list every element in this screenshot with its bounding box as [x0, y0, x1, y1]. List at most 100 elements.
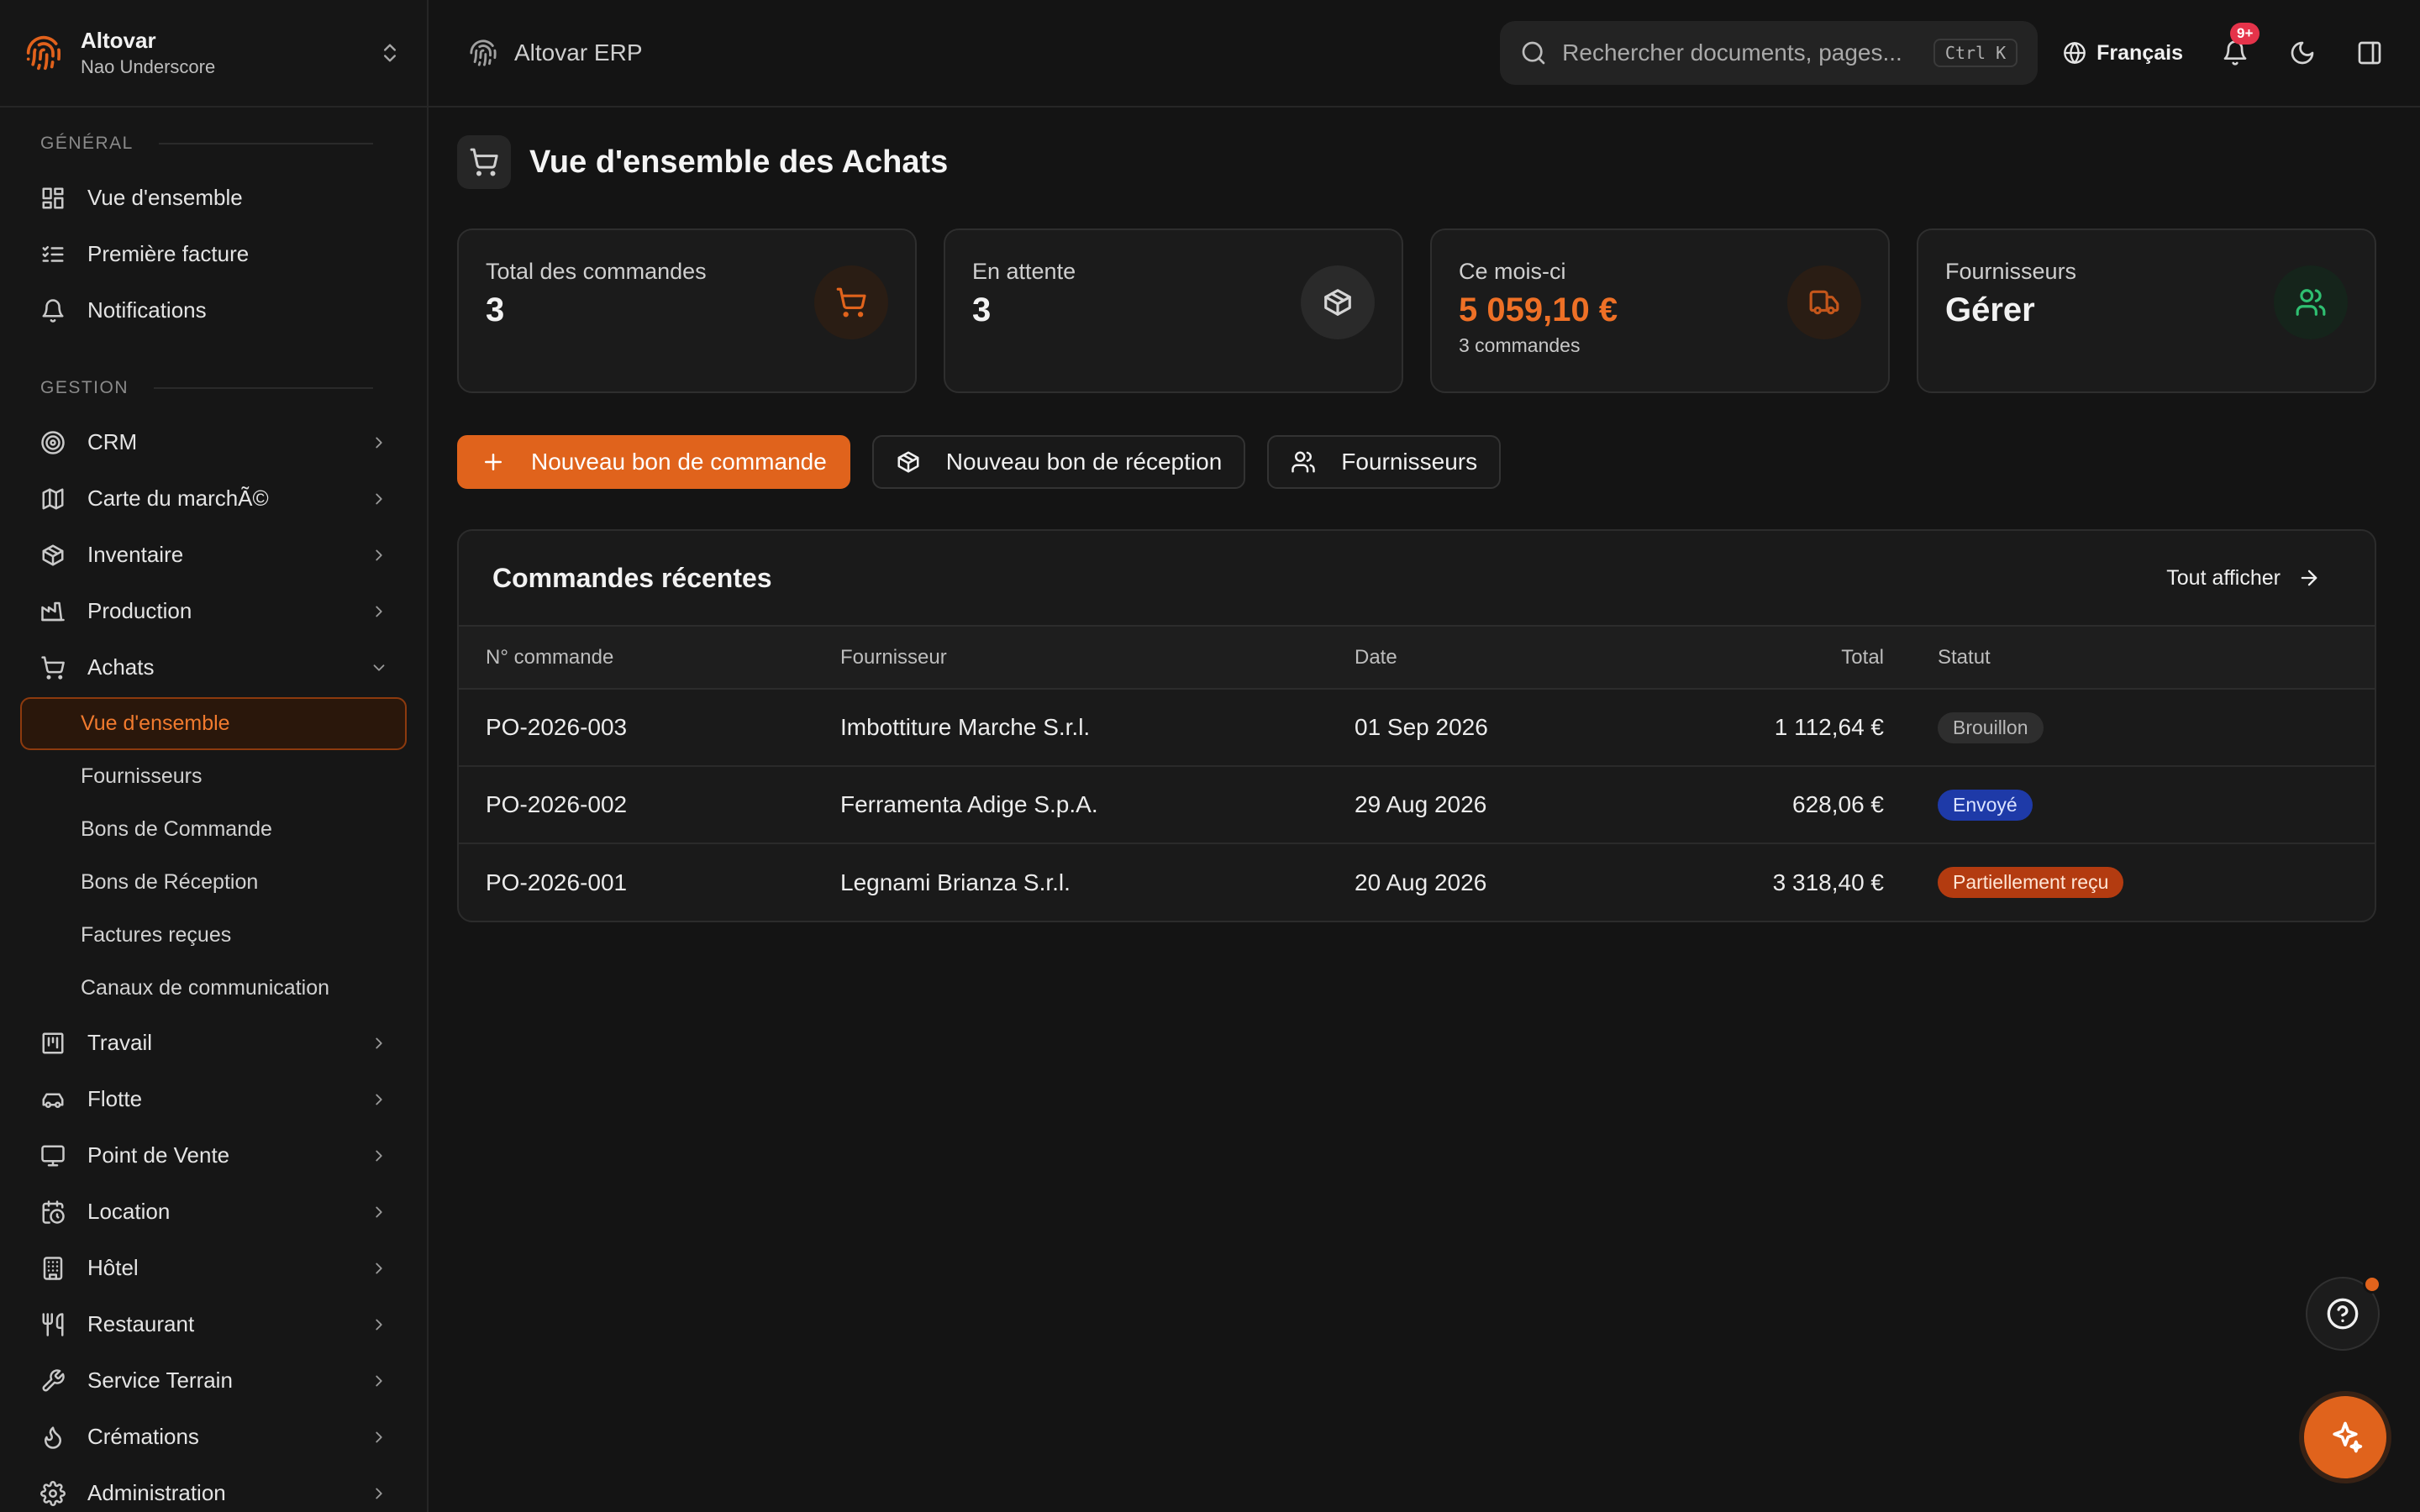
stat-sub: 3 commandes — [1459, 334, 1581, 356]
plus-icon — [481, 449, 531, 475]
sidebar-item-work[interactable]: Travail — [20, 1015, 407, 1071]
sidebar-item-hotel[interactable]: Hôtel — [20, 1240, 407, 1296]
sidebar-item-inventory[interactable]: Inventaire — [20, 527, 407, 583]
package-icon — [40, 543, 66, 568]
arrow-right-icon — [2281, 566, 2321, 590]
sidebar-item-label: CRM — [87, 429, 138, 454]
language-selector[interactable]: Français — [2063, 41, 2183, 66]
chevron-right-icon — [370, 1315, 388, 1334]
sidebar-item-label: Production — [87, 598, 192, 623]
chevron-right-icon — [370, 1090, 388, 1109]
sidebar-item-fleet[interactable]: Flotte — [20, 1071, 407, 1127]
new-purchase-order-button[interactable]: Nouveau bon de commande — [457, 435, 850, 489]
building-icon — [40, 1256, 66, 1281]
sidebar: Altovar Nao Underscore GÉNÉRAL Vue d'ens… — [0, 0, 429, 1512]
sidebar-item-crm[interactable]: CRM — [20, 414, 407, 470]
column-header-date[interactable]: Date — [1355, 627, 1649, 690]
package-icon — [896, 449, 946, 475]
globe-icon — [2063, 41, 2086, 65]
sub-item-received-invoices[interactable]: Factures reçues — [20, 909, 407, 962]
main-content: Vue d'ensemble des Achats Total des comm… — [457, 134, 2376, 922]
sidebar-item-notifications[interactable]: Notifications — [20, 282, 407, 339]
sidebar-item-label: Carte du marchÃ© — [87, 486, 269, 511]
top-bar: Altovar ERP Rechercher documents, pages.… — [429, 0, 2420, 108]
sub-item-suppliers[interactable]: Fournisseurs — [20, 750, 407, 803]
order-number[interactable]: PO-2026-002 — [459, 766, 840, 844]
org-user: Nao Underscore — [81, 56, 216, 77]
help-circle-icon — [2326, 1297, 2360, 1331]
sidebar-item-point-of-sale[interactable]: Point de Vente — [20, 1127, 407, 1184]
sub-item-overview[interactable]: Vue d'ensemble — [20, 697, 407, 750]
help-button[interactable] — [2306, 1275, 2381, 1351]
org-switcher[interactable]: Altovar Nao Underscore — [0, 0, 427, 108]
chevron-right-icon — [370, 1203, 388, 1221]
quick-actions: Nouveau bon de commande Nouveau bon de r… — [457, 435, 2376, 489]
gear-icon — [40, 1480, 66, 1506]
sidebar-item-label: Flotte — [87, 1086, 143, 1111]
suppliers-button[interactable]: Fournisseurs — [1267, 435, 1502, 489]
sidebar-item-restaurant[interactable]: Restaurant — [20, 1296, 407, 1352]
users-icon — [2274, 265, 2348, 339]
order-total: 1 112,64 € — [1649, 689, 1884, 767]
status-badge: Brouillon — [1938, 711, 2044, 743]
recent-orders-title: Commandes récentes — [492, 562, 772, 593]
sub-item-purchase-orders[interactable]: Bons de Commande — [20, 803, 407, 856]
sidebar-panel-icon — [2353, 39, 2386, 66]
status-badge: Partiellement reçu — [1938, 867, 2124, 898]
section-label-gestion: GESTION — [40, 375, 407, 401]
view-all-link[interactable]: Tout afficher — [2166, 566, 2321, 591]
sidebar-item-label: Travail — [87, 1030, 153, 1055]
ai-assistant-button[interactable] — [2304, 1396, 2386, 1478]
sidebar-item-cremations[interactable]: Crémations — [20, 1409, 407, 1465]
column-header-total[interactable]: Total — [1649, 627, 1884, 690]
sidebar-item-purchases[interactable]: Achats — [20, 639, 407, 696]
column-header-status[interactable]: Statut — [1884, 627, 2375, 690]
bell-icon — [40, 298, 66, 323]
sidebar-item-overview[interactable]: Vue d'ensemble — [20, 170, 407, 226]
search-icon — [1520, 39, 1547, 66]
order-date: 29 Aug 2026 — [1355, 766, 1649, 844]
order-supplier: Ferramenta Adige S.p.A. — [840, 766, 1355, 844]
sidebar-item-label: Inventaire — [87, 542, 184, 567]
language-label: Français — [2096, 40, 2183, 65]
order-number[interactable]: PO-2026-001 — [459, 843, 840, 921]
search-shortcut: Ctrl K — [1933, 39, 2018, 67]
new-receipt-button[interactable]: Nouveau bon de réception — [871, 435, 1246, 489]
stat-card-suppliers[interactable]: Fournisseurs Gérer — [1917, 228, 2376, 393]
help-notification-dot — [2363, 1275, 2381, 1294]
app-name: Altovar ERP — [514, 39, 643, 66]
column-header-supplier[interactable]: Fournisseur — [840, 627, 1355, 690]
users-icon — [1291, 449, 1341, 475]
sidebar-item-production[interactable]: Production — [20, 583, 407, 639]
table-row[interactable]: PO-2026-003 Imbottiture Marche S.r.l. 01… — [459, 689, 2375, 767]
column-header-number[interactable]: N° commande — [459, 627, 840, 690]
chevrons-up-down-icon — [378, 41, 402, 65]
utensils-icon — [40, 1312, 66, 1337]
monitor-icon — [40, 1143, 66, 1168]
sidebar-item-label: Restaurant — [87, 1311, 195, 1336]
order-number[interactable]: PO-2026-003 — [459, 689, 840, 767]
table-row[interactable]: PO-2026-002 Ferramenta Adige S.p.A. 29 A… — [459, 766, 2375, 844]
flame-icon — [40, 1425, 66, 1450]
sidebar-item-rental[interactable]: Location — [20, 1184, 407, 1240]
theme-toggle-button[interactable] — [2286, 36, 2319, 70]
kanban-icon — [40, 1031, 66, 1056]
button-label: Nouveau bon de commande — [531, 449, 827, 475]
sidebar-item-market-map[interactable]: Carte du marchÃ© — [20, 470, 407, 527]
sidebar-item-field-service[interactable]: Service Terrain — [20, 1352, 407, 1409]
notifications-button[interactable]: 9+ — [2218, 23, 2260, 70]
moon-icon — [2286, 39, 2319, 66]
sidebar-item-first-invoice[interactable]: Première facture — [20, 226, 407, 282]
page-header: Vue d'ensemble des Achats — [457, 134, 2376, 190]
panel-toggle-button[interactable] — [2353, 36, 2386, 70]
sub-item-receipts[interactable]: Bons de Réception — [20, 856, 407, 909]
search-input[interactable]: Rechercher documents, pages... Ctrl K — [1500, 21, 2039, 85]
notifications-badge: 9+ — [2230, 23, 2260, 45]
order-date: 20 Aug 2026 — [1355, 869, 1487, 895]
view-all-label: Tout afficher — [2166, 565, 2281, 590]
order-supplier: Imbottiture Marche S.r.l. — [840, 689, 1355, 767]
table-row[interactable]: PO-2026-001 Legnami Brianza S.r.l. 20 Au… — [459, 843, 2375, 921]
sub-item-communication-channels[interactable]: Canaux de communication — [20, 962, 407, 1015]
car-icon — [40, 1087, 66, 1112]
sidebar-item-administration[interactable]: Administration — [20, 1465, 407, 1512]
